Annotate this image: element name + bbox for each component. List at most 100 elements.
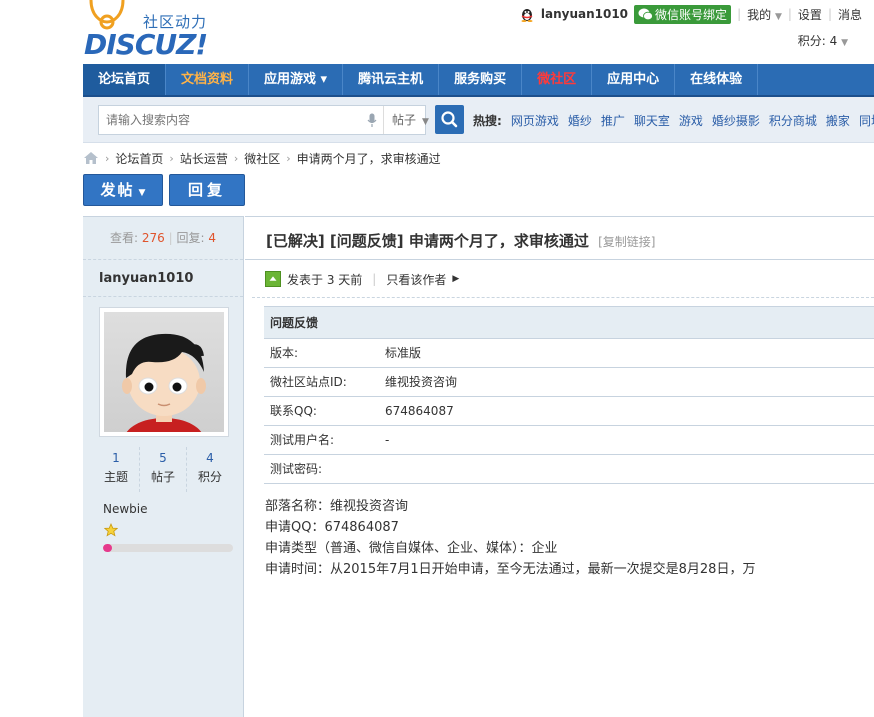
search-icon — [441, 111, 458, 128]
site-logo[interactable]: 社区动力 DISCUZ! — [83, 0, 223, 61]
main-nav: 论坛首页 文档资料 应用游戏 ▾ 腾讯云主机 服务购买 微社区 应用中心 在线体… — [83, 64, 874, 97]
only-author-link[interactable]: 只看该作者 — [386, 271, 446, 288]
divider — [252, 297, 874, 298]
username-link[interactable]: lanyuan1010 — [541, 7, 628, 21]
star-icon — [104, 523, 118, 537]
nav-item-service-purchase[interactable]: 服务购买 — [439, 64, 523, 95]
caret-right-icon: ▶ — [452, 274, 460, 284]
chevron-right-icon: › — [233, 151, 239, 165]
wechat-bind-button[interactable]: 微信账号绑定 — [634, 4, 732, 24]
chevron-down-icon: ▼ — [841, 38, 848, 48]
nav-item-forum-home[interactable]: 论坛首页 — [83, 64, 167, 95]
author-stat-points[interactable]: 4 积分 — [187, 447, 233, 492]
search-bar: 帖子 ▼ 热搜: 网页游戏 婚纱 推广 聊天室 游戏 婚纱摄影 积分商城 搬家 同… — [83, 97, 874, 143]
home-icon[interactable] — [83, 151, 99, 165]
table-row: 测试用户名: - — [264, 426, 874, 455]
replies-label: 回复: — [176, 231, 205, 245]
row-value: 标准版 — [385, 346, 422, 360]
stat-label: 积分 — [197, 470, 222, 484]
thread-title-row: [已解决] [问题反馈] 申请两个月了，求审核通过 [复制链接] — [245, 216, 874, 260]
reply-button[interactable]: 回复 — [169, 174, 245, 206]
nav-item-docs[interactable]: 文档资料 — [166, 64, 250, 95]
row-value: 674864087 — [385, 404, 454, 418]
replies-count: 4 — [208, 231, 216, 245]
nav-item-tencent-cloud[interactable]: 腾讯云主机 — [343, 64, 440, 95]
thread-title-text: [已解决] [问题反馈] 申请两个月了，求审核通过 — [266, 232, 589, 250]
divider: | — [372, 272, 377, 286]
hot-search-link[interactable]: 游戏 — [679, 112, 703, 129]
hot-search-link[interactable]: 推广 — [601, 112, 625, 129]
nav-item-apps-games[interactable]: 应用游戏 ▾ — [249, 64, 344, 95]
stat-value: 1 — [112, 451, 120, 465]
settings-link[interactable]: 设置 — [798, 6, 822, 23]
author-rank: Newbie — [103, 502, 148, 516]
nav-item-micro-community[interactable]: 微社区 — [522, 64, 593, 95]
new-post-button[interactable]: 发帖 ▼ — [83, 174, 163, 206]
logo-text: DISCUZ! — [84, 28, 208, 61]
microphone-icon[interactable] — [367, 113, 377, 128]
rank-progress-fill — [103, 544, 113, 552]
post-line: 申请时间：从2015年7月1日开始申请，至今无法通过，最新一次提交是8月28日，… — [265, 562, 756, 577]
hot-search-link[interactable]: 婚纱摄影 — [712, 112, 760, 129]
chevron-right-icon: › — [286, 151, 291, 165]
table-row: 微社区站点ID: 维视投资咨询 — [264, 368, 874, 397]
row-key: 联系QQ: — [270, 404, 317, 418]
my-menu-label: 我的 — [747, 7, 772, 22]
hot-search-link[interactable]: 网页游戏 — [511, 112, 559, 129]
copy-link-button[interactable]: [复制链接] — [598, 235, 655, 249]
avatar[interactable] — [99, 307, 229, 437]
author-stats: 1 主题 5 帖子 4 积分 — [93, 447, 233, 492]
row-key: 微社区站点ID: — [270, 375, 347, 389]
wechat-bind-label: 微信账号绑定 — [655, 7, 728, 22]
qq-penguin-icon — [521, 9, 533, 22]
author-sidebar: 查看: 276 | 回复: 4 lanyuan1010 1 主题 5 帖子 4 … — [83, 216, 244, 717]
hot-search-link[interactable]: 搬家 — [826, 112, 850, 129]
chevron-right-icon: › — [105, 151, 110, 165]
rank-progress-bar — [103, 544, 233, 552]
search-input[interactable] — [99, 106, 359, 134]
row-value: 维视投资咨询 — [385, 375, 458, 389]
post-line: 申请类型（普通、微信自媒体、企业、媒体）：企业 — [265, 541, 558, 556]
chevron-right-icon: › — [169, 151, 174, 165]
breadcrumb-forum-home[interactable]: 论坛首页 — [115, 150, 163, 167]
author-stat-threads[interactable]: 1 主题 — [93, 447, 140, 492]
score-dropdown[interactable]: 积分: 4 ▼ — [798, 32, 848, 49]
divider: | — [827, 7, 832, 21]
views-count: 276 — [141, 231, 165, 245]
hot-search-label: 热搜: — [473, 114, 502, 128]
post-line: 申请QQ：674864087 — [265, 520, 399, 535]
search-button[interactable] — [435, 105, 464, 134]
breadcrumb-micro-community[interactable]: 微社区 — [244, 150, 280, 167]
chevron-down-icon: ▼ — [138, 188, 146, 198]
messages-link[interactable]: 消息 — [838, 6, 862, 23]
hot-search: 热搜: 网页游戏 婚纱 推广 聊天室 游戏 婚纱摄影 积分商城 搬家 同城 — [473, 112, 874, 129]
divider: | — [168, 231, 173, 245]
search-type-select[interactable]: 帖子 ▼ — [383, 106, 443, 134]
hot-search-link[interactable]: 同城 — [859, 112, 874, 129]
table-row: 测试密码: — [264, 455, 874, 484]
search-type-label: 帖子 — [392, 113, 417, 127]
nav-item-online-trial[interactable]: 在线体验 — [675, 64, 759, 95]
nav-item-app-center[interactable]: 应用中心 — [592, 64, 676, 95]
hot-search-link[interactable]: 积分商城 — [769, 112, 817, 129]
user-toolbar: lanyuan1010 微信账号绑定 | 我的 ▼ | 设置 | 消息 — [519, 4, 862, 24]
post-time: 发表于 3 天前 — [287, 272, 363, 287]
stat-value: 4 — [206, 451, 214, 465]
online-status-icon — [265, 271, 281, 287]
post-body: 部落名称：维视投资咨询 申请QQ：674864087 申请类型（普通、微信自媒体… — [265, 496, 755, 580]
row-value: - — [385, 433, 390, 447]
thread-stats: 查看: 276 | 回复: 4 — [83, 217, 243, 260]
author-stat-posts[interactable]: 5 帖子 — [140, 447, 187, 492]
breadcrumb-webmaster-ops[interactable]: 站长运营 — [180, 150, 228, 167]
row-key: 版本: — [270, 346, 299, 360]
post-meta: 发表于 3 天前 | 只看该作者 ▶ — [265, 270, 459, 288]
wechat-icon — [638, 8, 653, 20]
author-name[interactable]: lanyuan1010 — [99, 271, 193, 286]
hot-search-link[interactable]: 聊天室 — [634, 112, 670, 129]
chevron-down-icon: ▼ — [422, 117, 429, 127]
breadcrumb-current-thread[interactable]: 申请两个月了，求审核通过 — [297, 150, 441, 167]
my-menu-link[interactable]: 我的 ▼ — [747, 6, 782, 23]
search-box: 帖子 ▼ — [98, 105, 429, 135]
divider — [83, 296, 243, 297]
hot-search-link[interactable]: 婚纱 — [568, 112, 592, 129]
